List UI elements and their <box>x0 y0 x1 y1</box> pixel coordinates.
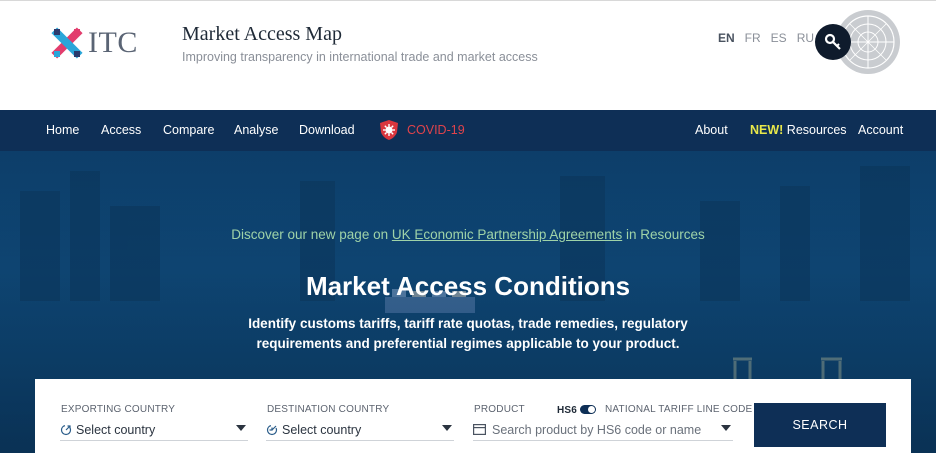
new-tag: NEW! <box>750 123 784 137</box>
search-button[interactable]: SEARCH <box>754 403 886 447</box>
site-subtitle: Improving transparency in international … <box>182 50 538 64</box>
product-search-field[interactable]: Search product by HS6 code or name <box>473 419 733 441</box>
chevron-down-icon <box>721 425 731 431</box>
product-search-placeholder: Search product by HS6 code or name <box>492 422 702 437</box>
import-arrow-icon <box>266 424 278 435</box>
itc-logo[interactable]: ITC <box>48 23 138 63</box>
nav-home[interactable]: Home <box>46 123 79 137</box>
nav-analyse[interactable]: Analyse <box>234 123 278 137</box>
chevron-down-icon <box>236 425 246 431</box>
nav-about[interactable]: About <box>695 123 728 137</box>
nav-resources-label: Resources <box>783 123 847 137</box>
chevron-down-icon <box>442 425 452 431</box>
lang-en[interactable]: EN <box>718 31 735 45</box>
nav-account[interactable]: Account <box>858 123 903 137</box>
destination-country-value: Select country <box>282 422 362 437</box>
lang-ru[interactable]: RU <box>797 31 814 45</box>
destination-country-label: DESTINATION COUNTRY <box>267 404 390 415</box>
product-label: PRODUCT <box>474 404 525 415</box>
covid-shield-icon <box>380 120 398 140</box>
key-icon <box>824 33 841 50</box>
language-switcher: EN FR ES RU <box>718 31 824 45</box>
lang-es[interactable]: ES <box>771 31 787 45</box>
national-tariff-label: NATIONAL TARIFF LINE CODE <box>605 404 753 415</box>
uk-epa-link[interactable]: UK Economic Partnership Agreements <box>392 227 622 242</box>
export-arrow-icon <box>60 424 72 435</box>
exporting-country-select[interactable]: Select country <box>60 419 248 441</box>
hero-description: Identify customs tariffs, tariff rate qu… <box>248 316 688 351</box>
nav-covid-19[interactable]: COVID-19 <box>407 123 465 137</box>
logo-text: ITC <box>88 26 138 59</box>
site-header: ITC Market Access Map Improving transpar… <box>0 0 936 110</box>
itc-logo-icon <box>51 27 83 59</box>
hero-title: Market Access Conditions <box>305 271 631 301</box>
exporting-country-value: Select country <box>76 422 156 437</box>
nav-compare[interactable]: Compare <box>163 123 214 137</box>
destination-country-select[interactable]: Select country <box>266 419 454 441</box>
nav-resources[interactable]: NEW! Resources <box>750 123 847 137</box>
product-box-icon <box>473 424 486 435</box>
lang-fr[interactable]: FR <box>745 31 761 45</box>
announcement-prefix: Discover our new page on <box>231 227 392 242</box>
announcement-banner: Discover our new page on UK Economic Par… <box>0 227 936 242</box>
site-title[interactable]: Market Access Map <box>182 23 342 46</box>
hs6-label: HS6 <box>557 405 578 416</box>
announcement-suffix: in Resources <box>622 227 705 242</box>
login-key-button[interactable] <box>815 24 851 60</box>
hs6-national-toggle[interactable] <box>580 405 596 414</box>
nav-download[interactable]: Download <box>299 123 355 137</box>
main-nav: Home Access Compare Analyse Download COV… <box>0 110 936 151</box>
nav-access[interactable]: Access <box>101 123 141 137</box>
page: ITC Market Access Map Improving transpar… <box>0 0 936 453</box>
search-panel: EXPORTING COUNTRY Select country DESTINA… <box>35 379 911 453</box>
exporting-country-label: EXPORTING COUNTRY <box>61 404 176 415</box>
